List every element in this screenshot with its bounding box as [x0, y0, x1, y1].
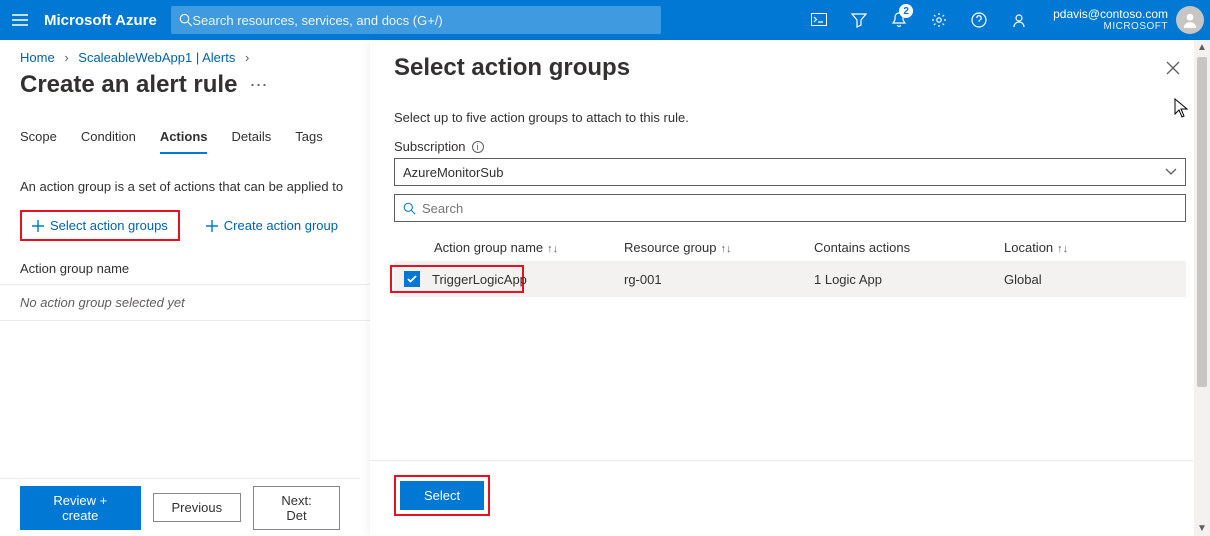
feedback-icon: [1011, 12, 1027, 28]
tab-details[interactable]: Details: [231, 129, 271, 154]
account-email: pdavis@contoso.com: [1053, 8, 1168, 21]
scroll-up-arrow[interactable]: ▲: [1197, 40, 1207, 55]
col-contains-actions[interactable]: Contains actions: [814, 240, 1004, 255]
brand[interactable]: Microsoft Azure: [40, 12, 171, 29]
row-checkbox[interactable]: [404, 271, 420, 287]
global-search[interactable]: [171, 6, 661, 34]
search-icon: [179, 13, 193, 27]
azure-topbar: Microsoft Azure 2 pdavis@contoso.com MIC…: [0, 0, 1210, 40]
sort-icon: ↑↓: [547, 243, 558, 255]
tab-scope[interactable]: Scope: [20, 129, 57, 154]
plus-icon: [32, 220, 44, 232]
info-icon[interactable]: i: [472, 141, 484, 153]
cell-resource-group: rg-001: [624, 272, 814, 287]
search-icon: [403, 202, 416, 215]
breadcrumb-parent[interactable]: ScaleableWebApp1 | Alerts: [78, 50, 235, 65]
scroll-down-arrow[interactable]: ▼: [1197, 521, 1207, 536]
notifications-button[interactable]: 2: [879, 0, 919, 40]
select-action-groups-panel: Select action groups Select up to five a…: [370, 40, 1210, 536]
action-groups-table: Action group name↑↓ Resource group↑↓ Con…: [394, 234, 1186, 297]
previous-button[interactable]: Previous: [153, 493, 242, 522]
select-action-groups-label: Select action groups: [50, 218, 168, 233]
filter-icon: [851, 12, 867, 28]
feedback-button[interactable]: [999, 0, 1039, 40]
account-tenant: MICROSOFT: [1053, 21, 1168, 32]
panel-scrollbar[interactable]: ▲ ▼: [1194, 40, 1210, 536]
panel-description: Select up to five action groups to attac…: [394, 110, 1186, 125]
select-action-groups-link[interactable]: Select action groups: [20, 210, 180, 241]
notification-badge: 2: [899, 4, 913, 18]
help-button[interactable]: [959, 0, 999, 40]
chevron-right-icon: ›: [64, 50, 68, 65]
cloud-shell-icon: [811, 13, 827, 27]
checkmark-icon: [407, 275, 417, 283]
global-search-input[interactable]: [192, 13, 652, 28]
panel-select-button[interactable]: Select: [400, 481, 484, 510]
wizard-footer: Review + create Previous Next: Det: [0, 478, 360, 536]
cell-location: Global: [1004, 272, 1186, 287]
breadcrumb-home[interactable]: Home: [20, 50, 55, 65]
col-resource-group[interactable]: Resource group↑↓: [624, 240, 814, 255]
tab-condition[interactable]: Condition: [81, 129, 136, 154]
col-action-group-name[interactable]: Action group name↑↓: [434, 240, 624, 255]
subscription-value: AzureMonitorSub: [403, 165, 503, 180]
action-group-search[interactable]: [394, 194, 1186, 222]
close-icon: [1166, 61, 1180, 75]
tab-tags[interactable]: Tags: [295, 129, 322, 154]
chevron-right-icon: ›: [245, 50, 249, 65]
review-create-button[interactable]: Review + create: [20, 486, 141, 530]
settings-button[interactable]: [919, 0, 959, 40]
scroll-thumb[interactable]: [1197, 57, 1207, 387]
account-text: pdavis@contoso.com MICROSOFT: [1053, 8, 1168, 32]
menu-button[interactable]: [0, 0, 40, 40]
directory-filter-button[interactable]: [839, 0, 879, 40]
table-header: Action group name↑↓ Resource group↑↓ Con…: [394, 234, 1186, 261]
plus-icon: [206, 220, 218, 232]
subscription-select[interactable]: AzureMonitorSub: [394, 158, 1186, 186]
chevron-down-icon: [1165, 168, 1177, 176]
action-group-search-input[interactable]: [422, 201, 1177, 216]
account-menu[interactable]: pdavis@contoso.com MICROSOFT: [1039, 6, 1210, 34]
more-actions-button[interactable]: ⋯: [249, 75, 268, 96]
panel-close-button[interactable]: [1160, 55, 1186, 81]
table-row[interactable]: TriggerLogicApp rg-001 1 Logic App Globa…: [394, 261, 1186, 297]
col-location[interactable]: Location↑↓: [1004, 240, 1186, 255]
create-action-group-label: Create action group: [224, 218, 338, 233]
cloud-shell-button[interactable]: [799, 0, 839, 40]
sort-icon: ↑↓: [1057, 243, 1068, 255]
tab-actions[interactable]: Actions: [160, 129, 208, 154]
avatar: [1176, 6, 1204, 34]
panel-title: Select action groups: [394, 54, 1160, 82]
gear-icon: [931, 12, 947, 28]
create-action-group-link[interactable]: Create action group: [196, 212, 348, 239]
person-icon: [1181, 11, 1199, 29]
cell-contains-actions: 1 Logic App: [814, 272, 1004, 287]
cell-action-group-name: TriggerLogicApp: [432, 272, 522, 287]
subscription-label: Subscription i: [394, 139, 1186, 154]
panel-footer: Select: [370, 460, 1210, 536]
page-title: Create an alert rule: [20, 71, 237, 99]
sort-icon: ↑↓: [721, 243, 732, 255]
help-icon: [971, 12, 987, 28]
next-button[interactable]: Next: Det: [253, 486, 340, 530]
hamburger-icon: [12, 14, 28, 26]
